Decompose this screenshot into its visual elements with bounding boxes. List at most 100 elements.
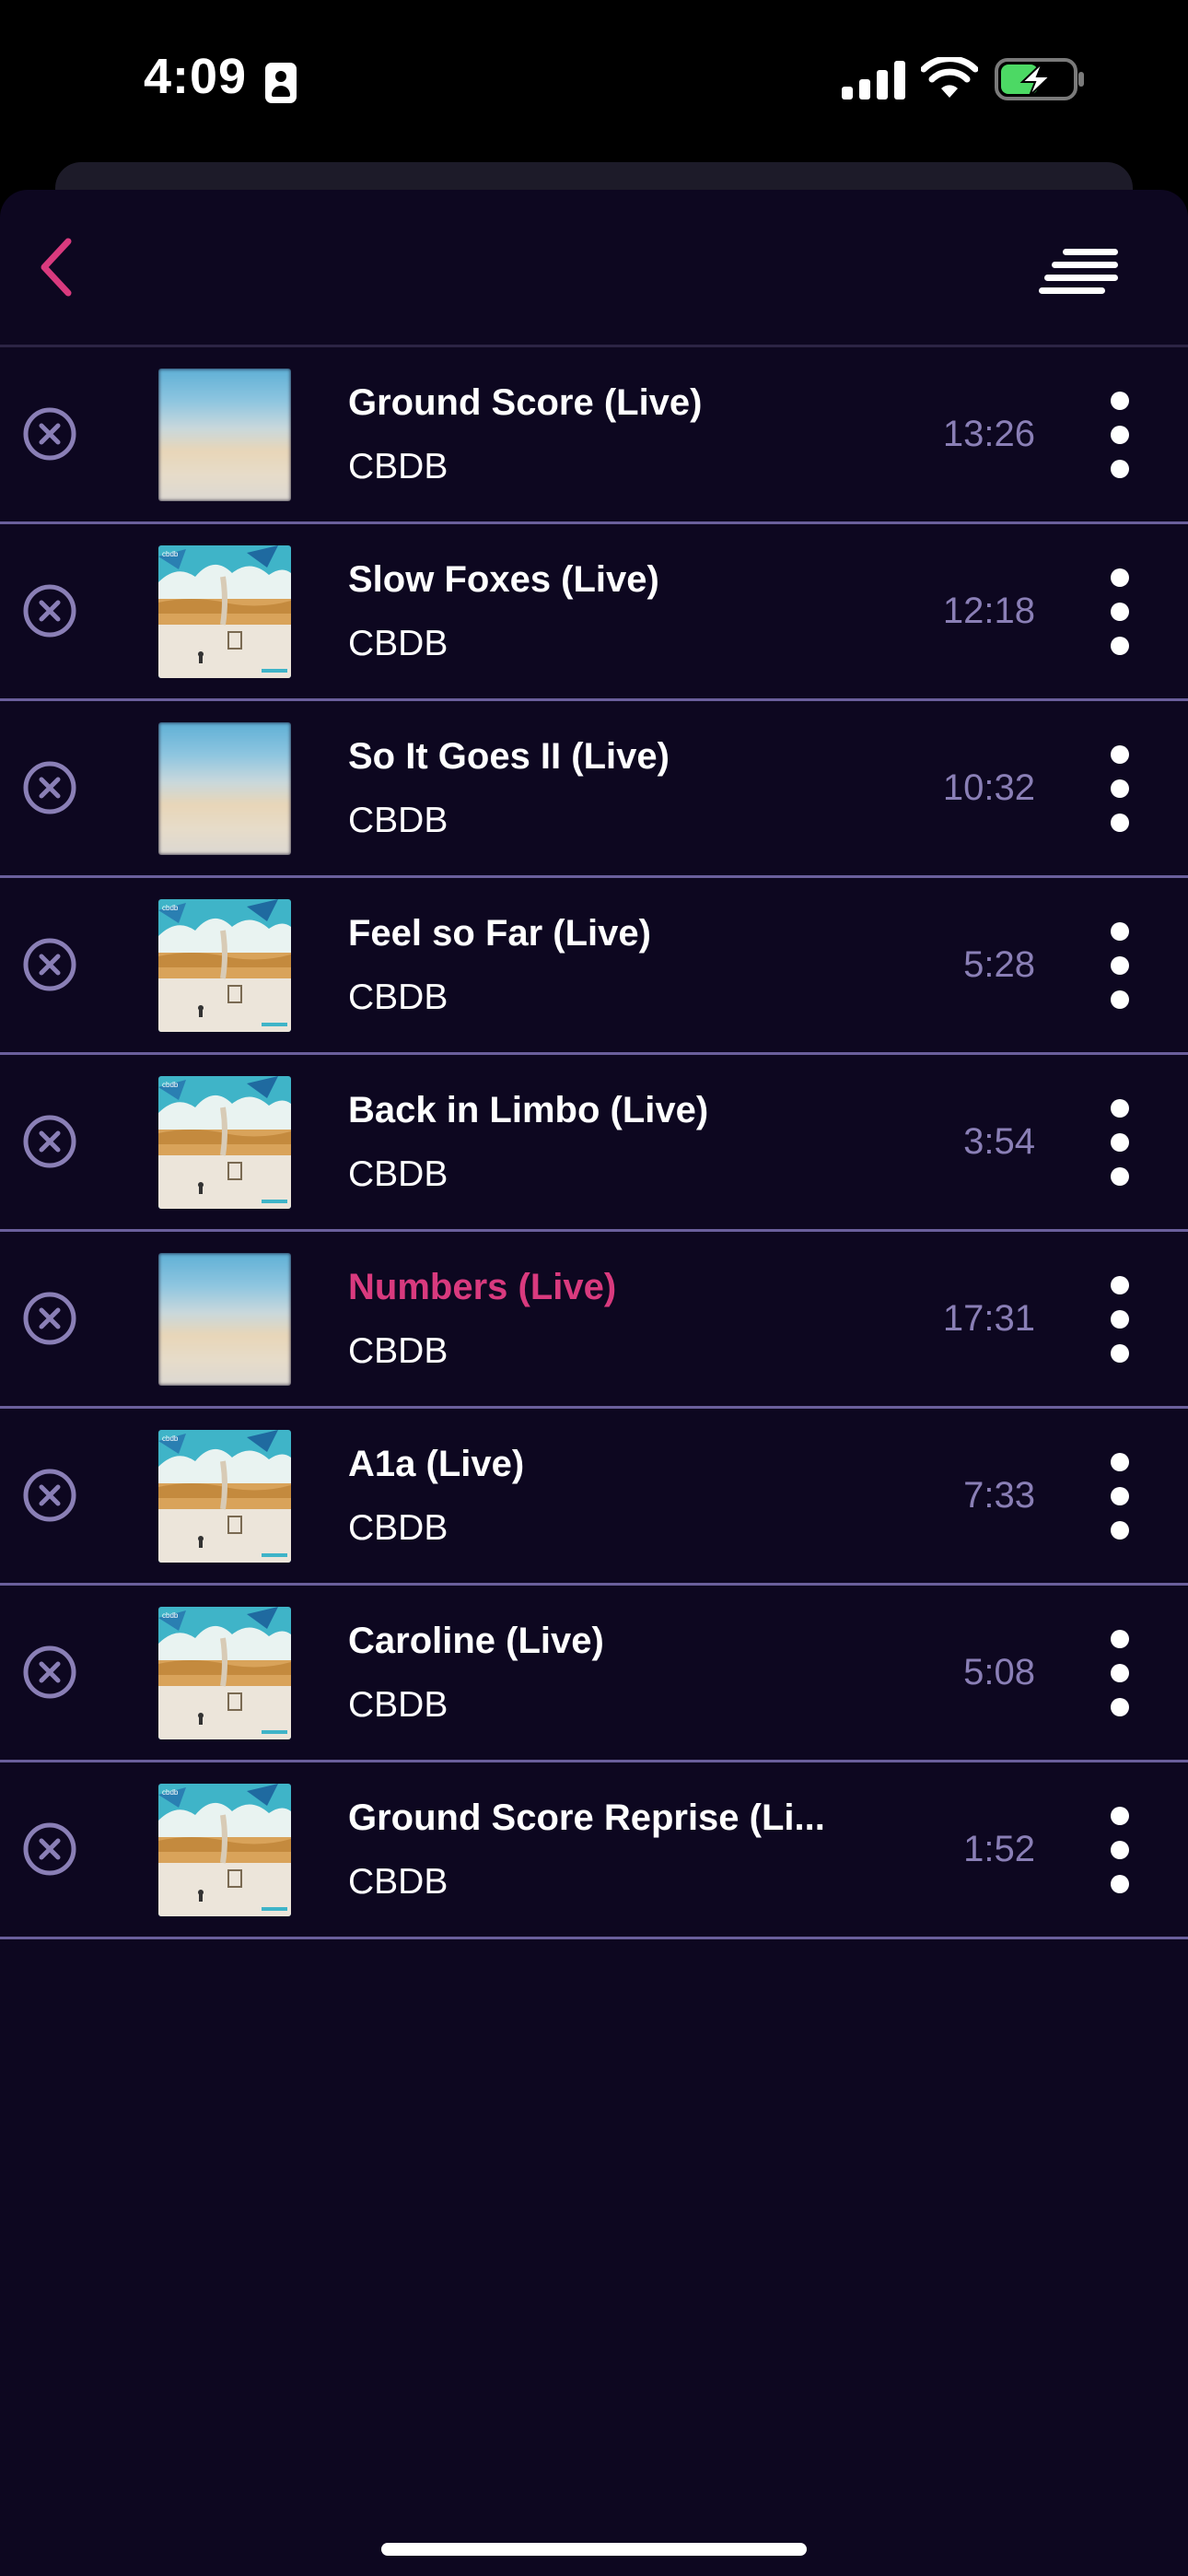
close-circle-icon [23, 1115, 76, 1168]
more-options-button[interactable] [1101, 1453, 1138, 1540]
album-cover-art: cbdb [158, 1076, 291, 1209]
track-duration: 3:54 [963, 1121, 1035, 1162]
album-cover-art: cbdb [158, 545, 291, 678]
home-indicator[interactable] [381, 2543, 807, 2556]
track-artist: CBDB [348, 447, 448, 486]
track-title: A1a (Live) [348, 1444, 525, 1484]
album-logo-text: cbdb [162, 550, 179, 558]
track-duration: 5:28 [963, 944, 1035, 985]
more-dot [1111, 1167, 1129, 1186]
more-options-button[interactable] [1101, 1099, 1138, 1186]
track-row[interactable]: cbdb Feel so Far (Live) CBDB 5:28 [0, 878, 1188, 1055]
remove-track-button[interactable] [22, 1645, 77, 1700]
track-row[interactable]: Numbers (Live) CBDB 17:31 [0, 1232, 1188, 1409]
track-list: Ground Score (Live) CBDB 13:26 cbdb Slow… [0, 347, 1188, 1939]
album-artwork: cbdb [158, 1607, 291, 1739]
more-dot [1111, 956, 1129, 975]
album-artwork: cbdb [158, 545, 291, 678]
track-title: Back in Limbo (Live) [348, 1090, 709, 1130]
more-dot [1111, 779, 1129, 798]
more-dot [1111, 392, 1129, 410]
more-dot [1111, 990, 1129, 1009]
battery-charging-icon [995, 58, 1084, 100]
more-dot [1111, 745, 1129, 764]
more-dot [1111, 1698, 1129, 1716]
track-title: Caroline (Live) [348, 1621, 604, 1661]
more-dot [1111, 814, 1129, 832]
close-circle-icon [23, 938, 76, 991]
more-dot [1111, 460, 1129, 478]
track-row[interactable]: cbdb A1a (Live) CBDB 7:33 [0, 1409, 1188, 1586]
track-artist: CBDB [348, 1685, 448, 1725]
more-dot [1111, 1310, 1129, 1329]
more-dot [1111, 1133, 1129, 1152]
track-row[interactable]: So It Goes II (Live) CBDB 10:32 [0, 701, 1188, 878]
more-dot [1111, 1630, 1129, 1648]
remove-track-button[interactable] [22, 1821, 77, 1877]
track-artist: CBDB [348, 978, 448, 1017]
album-artwork: cbdb [158, 899, 291, 1032]
queue-header [0, 190, 1188, 346]
remove-track-button[interactable] [22, 406, 77, 462]
back-button[interactable] [24, 230, 88, 304]
track-artist: CBDB [348, 1862, 448, 1902]
track-artist: CBDB [348, 1331, 448, 1371]
more-dot [1111, 1344, 1129, 1363]
remove-track-button[interactable] [22, 760, 77, 815]
more-dot [1111, 1841, 1129, 1859]
queue-sort-icon [1039, 249, 1118, 294]
track-duration: 17:31 [942, 1298, 1035, 1339]
album-cover-art: cbdb [158, 1607, 291, 1739]
close-circle-icon [23, 1292, 76, 1345]
remove-track-button[interactable] [22, 583, 77, 638]
track-artist: CBDB [348, 1154, 448, 1194]
cellular-signal-icon [842, 61, 906, 100]
track-title: Ground Score Reprise (Li... [348, 1797, 825, 1838]
more-dot [1111, 1487, 1129, 1505]
album-cover-art: cbdb [158, 1784, 291, 1916]
track-title: So It Goes II (Live) [348, 736, 670, 777]
more-options-button[interactable] [1101, 922, 1138, 1009]
remove-track-button[interactable] [22, 1468, 77, 1523]
track-row[interactable]: Ground Score (Live) CBDB 13:26 [0, 347, 1188, 524]
track-row[interactable]: cbdb Slow Foxes (Live) CBDB 12:18 [0, 524, 1188, 701]
more-options-button[interactable] [1101, 568, 1138, 655]
more-options-button[interactable] [1101, 392, 1138, 478]
close-circle-icon [23, 584, 76, 638]
remove-track-button[interactable] [22, 937, 77, 992]
album-logo-text: cbdb [162, 1434, 179, 1443]
more-options-button[interactable] [1101, 745, 1138, 832]
id-card-icon [265, 63, 297, 103]
more-options-button[interactable] [1101, 1807, 1138, 1893]
album-logo-text: cbdb [162, 1788, 179, 1797]
more-dot [1111, 922, 1129, 941]
track-row[interactable]: cbdb Caroline (Live) CBDB 5:08 [0, 1586, 1188, 1762]
chevron-left-icon [41, 238, 72, 297]
more-dot [1111, 568, 1129, 587]
album-cover-art: cbdb [158, 899, 291, 1032]
track-artist: CBDB [348, 1508, 448, 1548]
wifi-icon [921, 57, 978, 98]
track-duration: 1:52 [963, 1829, 1035, 1869]
more-dot [1111, 1807, 1129, 1825]
more-dot [1111, 426, 1129, 444]
close-circle-icon [23, 407, 76, 461]
queue-menu-button[interactable] [1039, 243, 1122, 299]
album-logo-text: cbdb [162, 1611, 179, 1620]
remove-track-button[interactable] [22, 1114, 77, 1169]
more-options-button[interactable] [1101, 1276, 1138, 1363]
queue-panel: Ground Score (Live) CBDB 13:26 cbdb Slow… [0, 190, 1188, 2576]
album-cover-art-blurred [158, 722, 291, 855]
track-duration: 5:08 [963, 1652, 1035, 1692]
more-dot [1111, 637, 1129, 655]
track-row[interactable]: cbdb Back in Limbo (Live) CBDB 3:54 [0, 1055, 1188, 1232]
album-artwork: cbdb [158, 1076, 291, 1209]
track-row[interactable]: cbdb Ground Score Reprise (Li... CBDB 1:… [0, 1762, 1188, 1939]
album-logo-text: cbdb [162, 904, 179, 912]
status-bar: 4:09 [0, 0, 1188, 166]
remove-track-button[interactable] [22, 1291, 77, 1346]
status-time: 4:09 [144, 49, 248, 104]
album-cover-art: cbdb [158, 1430, 291, 1563]
more-options-button[interactable] [1101, 1630, 1138, 1716]
close-circle-icon [23, 1645, 76, 1699]
